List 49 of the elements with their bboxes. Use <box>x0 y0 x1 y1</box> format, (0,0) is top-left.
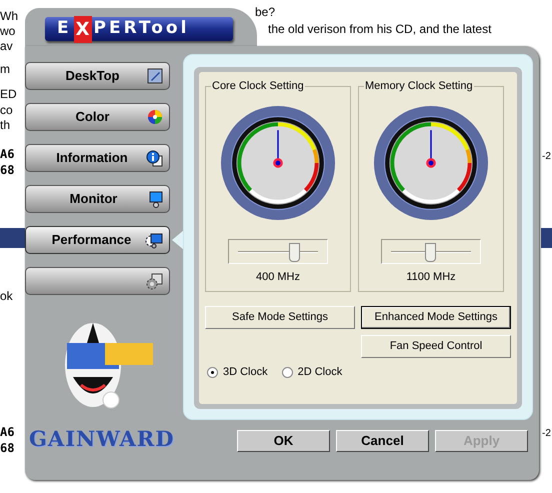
nav-button[interactable]: DeskTop <box>25 62 170 90</box>
info-icon <box>146 150 163 166</box>
group-title: Core Clock Setting <box>211 79 305 93</box>
dialog-button[interactable]: Cancel <box>336 430 429 452</box>
clock-reading: 400 MHz <box>256 270 300 285</box>
page-text: 68 <box>0 441 14 456</box>
clock-radio[interactable]: 2D Clock <box>282 364 342 380</box>
page-text: wo <box>0 24 16 39</box>
slider[interactable] <box>381 239 481 264</box>
gear-icon <box>146 272 163 290</box>
page-text: the old verison from his CD, and the latest <box>268 22 492 37</box>
color-wheel-icon <box>147 109 163 125</box>
page-banner <box>0 228 25 248</box>
slider-thumb[interactable] <box>289 243 300 262</box>
page-text: ok <box>0 289 13 304</box>
gainward-logo: GAINWARD <box>29 425 174 453</box>
page-text: 68 <box>0 163 14 178</box>
page-text: be? <box>255 5 276 20</box>
nav-button[interactable]: Monitor <box>25 185 170 213</box>
page-text: co <box>0 103 13 118</box>
pencil-icon <box>147 68 163 84</box>
page-text: Wh <box>0 9 18 24</box>
nav-button[interactable] <box>25 267 170 295</box>
clock-radio[interactable]: 3D Clock <box>207 364 268 380</box>
mode-button[interactable]: Fan Speed Control <box>361 335 511 358</box>
nav-button[interactable]: Information <box>25 144 170 172</box>
slider[interactable] <box>228 239 328 264</box>
page-banner <box>541 228 552 248</box>
page-text: m <box>0 62 10 77</box>
nav-button[interactable]: Performance <box>25 226 170 254</box>
page-text: -2 <box>542 427 551 441</box>
page-text: A6 <box>0 147 14 162</box>
mode-button[interactable]: Enhanced Mode Settings <box>361 306 511 329</box>
expertool-logo: E X PERTool <box>45 17 233 41</box>
radio-icon[interactable] <box>207 366 218 378</box>
page-text: -2 <box>542 150 551 164</box>
radio-icon[interactable] <box>282 366 293 378</box>
mode-button[interactable]: Safe Mode Settings <box>205 306 355 329</box>
group-title: Memory Clock Setting <box>364 79 474 93</box>
nav-button[interactable]: Color <box>25 103 170 131</box>
page-text: av <box>0 39 13 54</box>
dialog-button[interactable]: OK <box>237 430 330 452</box>
monitor-gear-icon <box>145 232 163 248</box>
page-text: ED <box>0 87 17 102</box>
slider-thumb[interactable] <box>425 243 436 262</box>
page-text: A6 <box>0 425 14 440</box>
clock-reading: 1100 MHz <box>406 270 456 285</box>
page-text: th <box>0 118 10 133</box>
monitor-icon <box>149 190 163 208</box>
